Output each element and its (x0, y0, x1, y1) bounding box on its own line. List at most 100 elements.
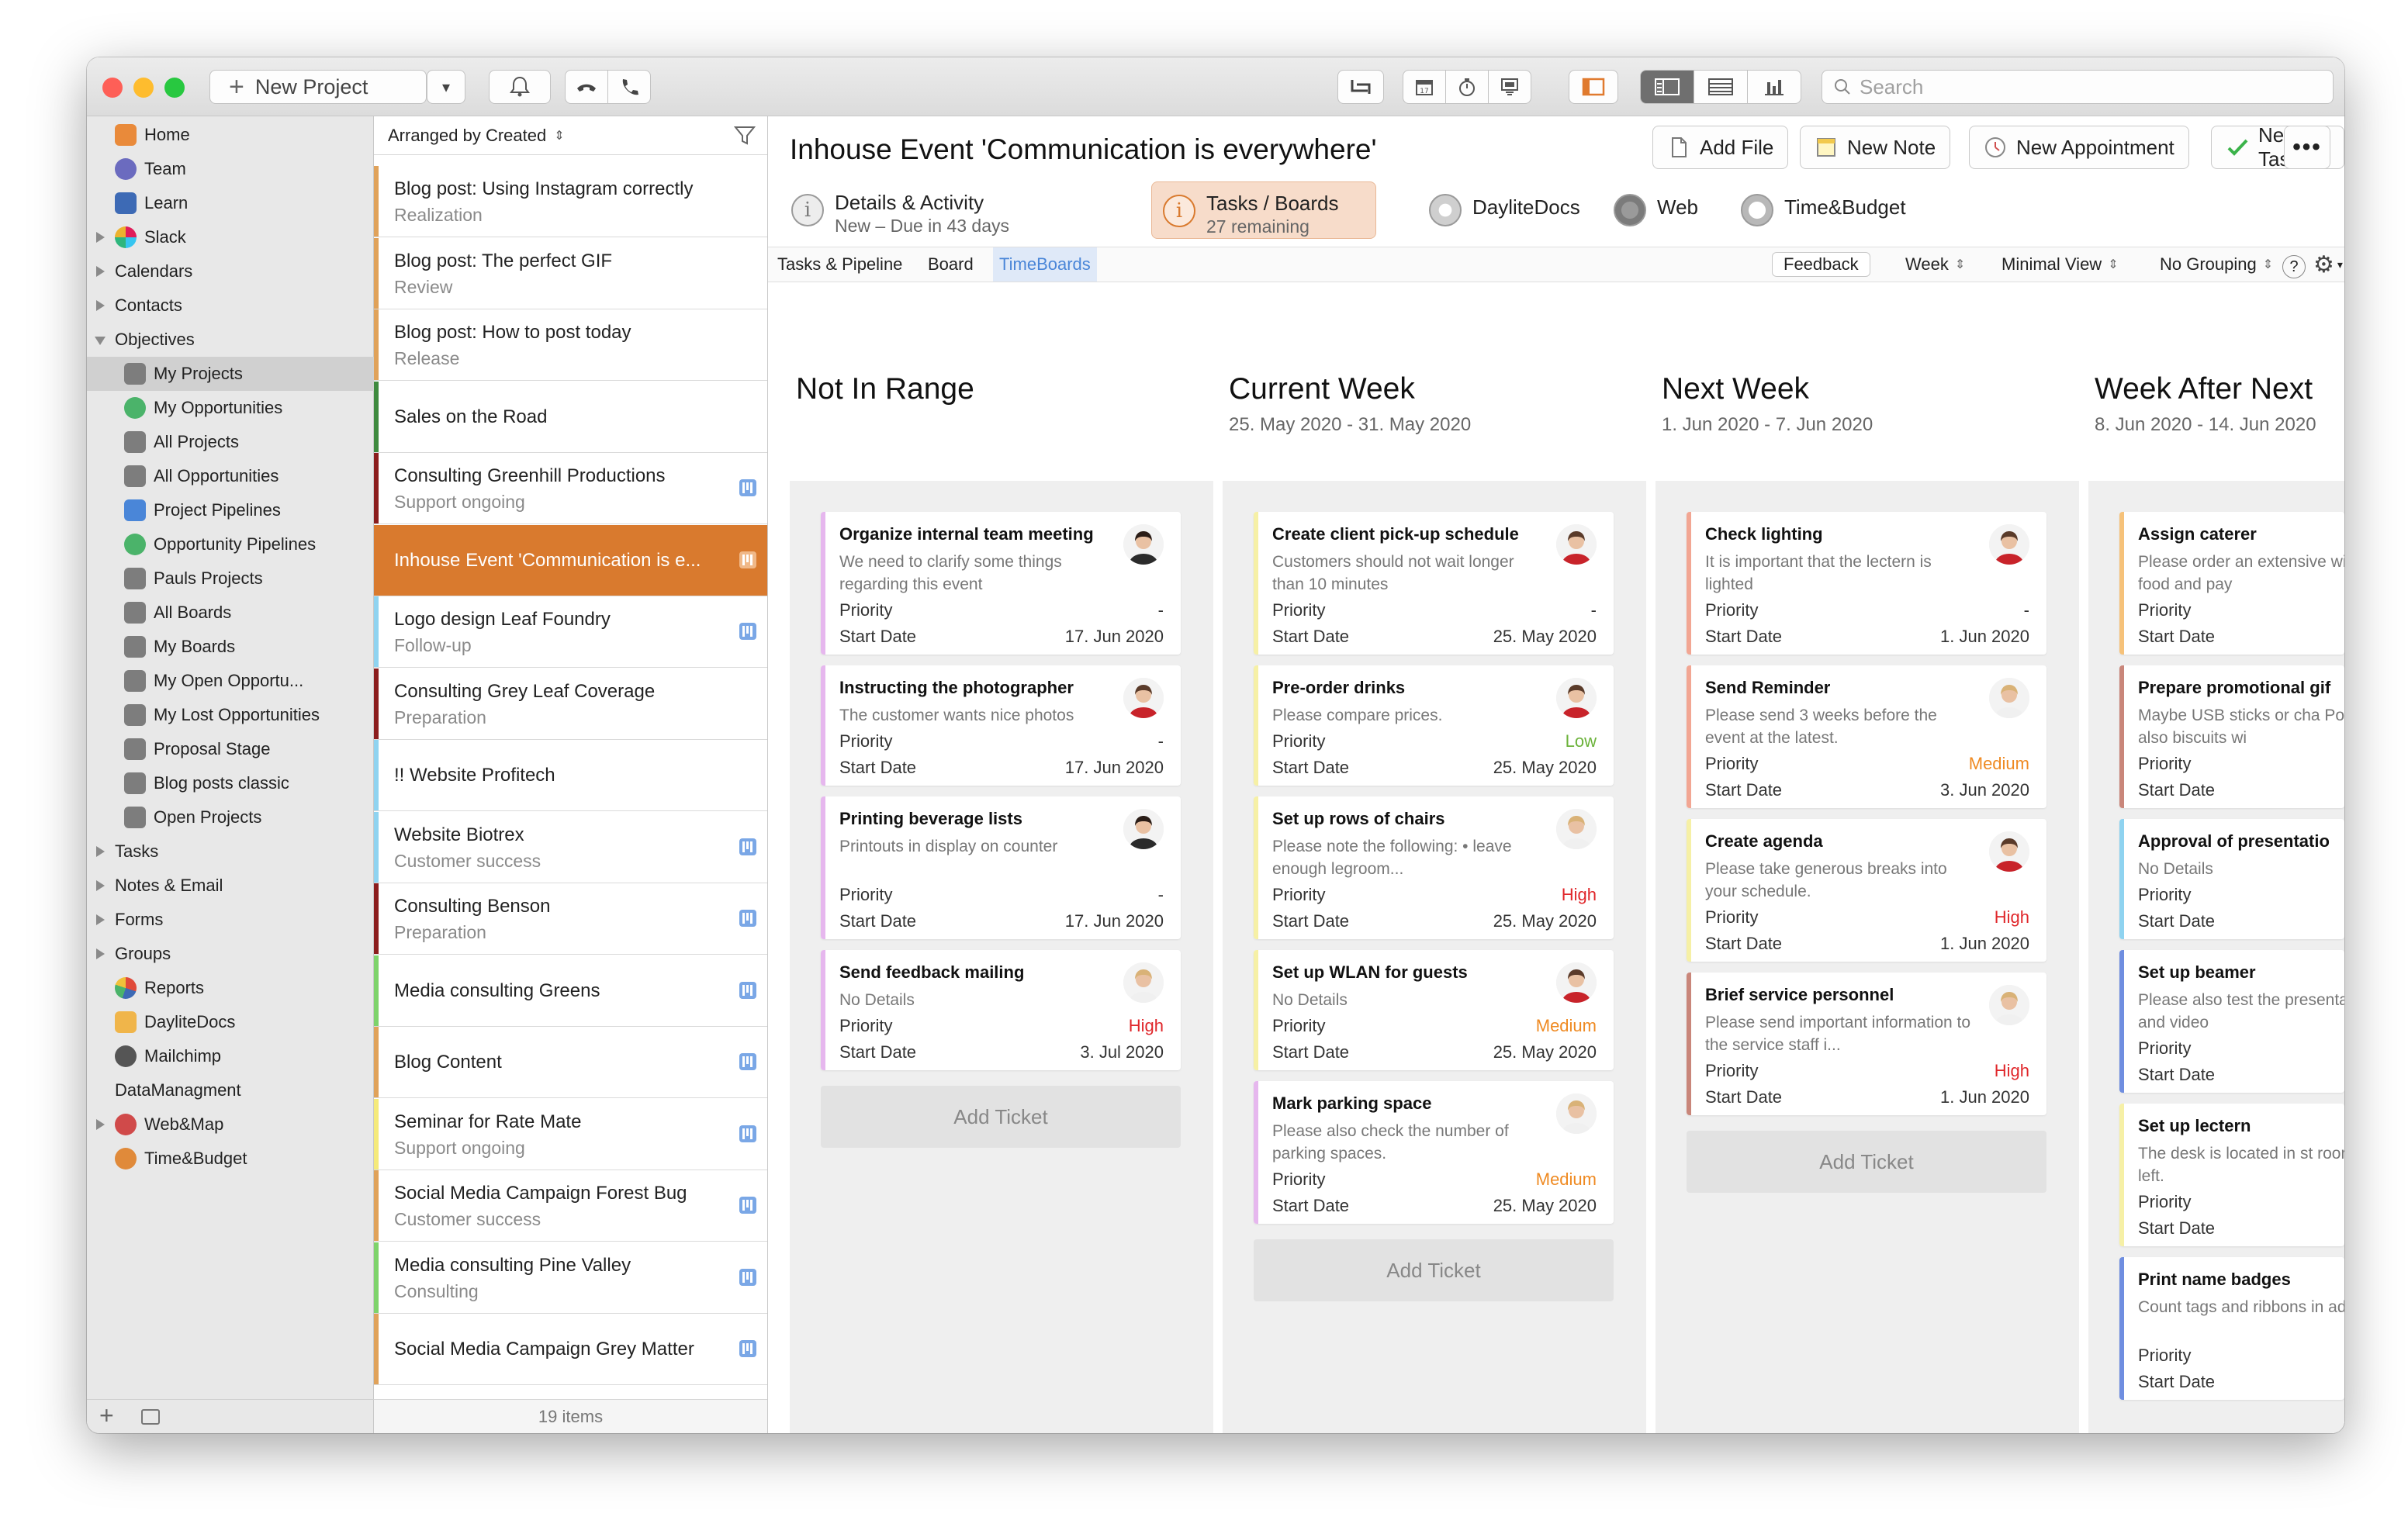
list-item[interactable]: Social Media Campaign Grey Matter (374, 1314, 767, 1385)
sidebar-item-project-pipelines[interactable]: Project Pipelines (87, 493, 374, 527)
sidebar-item-web-map[interactable]: Web&Map (87, 1107, 374, 1142)
sidebar-item-opportunity-pipelines[interactable]: Opportunity Pipelines (87, 527, 374, 561)
task-card[interactable]: Send feedback mailing No Details Priority H… (821, 950, 1181, 1070)
sidebar-item-my-opportunities[interactable]: My Opportunities (87, 391, 374, 425)
sidebar-item-all-projects[interactable]: All Projects (87, 425, 374, 459)
list-item[interactable]: !! Website Profitech (374, 740, 767, 811)
add-file-button[interactable]: Add File (1652, 126, 1789, 169)
tab-details-activity[interactable]: i Details & Activity New – Due in 43 days (780, 181, 1044, 239)
sidebar-item-proposal-stage[interactable]: Proposal Stage (87, 732, 374, 766)
task-card[interactable]: Set up beamer Please also test the presen… (2119, 950, 2344, 1093)
sidebar-item-my-lost-opportunities[interactable]: My Lost Opportunities (87, 698, 374, 732)
daylite-link-button[interactable] (1337, 70, 1384, 104)
list-sort-header[interactable]: Arranged by Created ⇕ (374, 116, 767, 155)
sidebar-item-reports[interactable]: Reports (87, 971, 374, 1005)
disclosure-open-icon[interactable] (95, 337, 106, 345)
sidebar-item-my-boards[interactable]: My Boards (87, 630, 374, 664)
sidebar-item-my-projects[interactable]: My Projects (87, 357, 374, 391)
disclosure-closed-icon[interactable] (96, 300, 105, 311)
sidebar-item-team[interactable]: Team (87, 152, 374, 186)
task-card[interactable]: Prepare promotional gif Maybe USB sticks … (2119, 665, 2344, 808)
tab-daylitedocs[interactable]: DayliteDocs (1418, 181, 1598, 239)
add-ticket-button[interactable]: Add Ticket (1687, 1131, 2046, 1193)
disclosure-closed-icon[interactable] (96, 880, 105, 891)
disclosure-closed-icon[interactable] (96, 914, 105, 925)
timer-button[interactable] (1445, 70, 1489, 104)
list-item[interactable]: Social Media Campaign Forest Bug Customer… (374, 1170, 767, 1242)
add-ticket-button[interactable]: Add Ticket (821, 1086, 1181, 1148)
new-menu-dropdown[interactable]: ▾ (427, 70, 465, 104)
task-card[interactable]: Set up WLAN for guests No Details Priority… (1254, 950, 1614, 1070)
tab-time-budget[interactable]: Time&Budget (1730, 181, 1916, 239)
sidebar-item-slack[interactable]: Slack (87, 220, 374, 254)
disclosure-closed-icon[interactable] (96, 232, 105, 243)
sidebar-item-time-budget[interactable]: Time&Budget (87, 1142, 374, 1176)
list-item[interactable]: Inhouse Event 'Communication is e... (374, 524, 767, 596)
tab-tasks-boards[interactable]: i Tasks / Boards 27 remaining (1151, 181, 1376, 239)
view-split-button[interactable] (1640, 70, 1694, 104)
sidebar-item-objectives[interactable]: Objectives (87, 323, 374, 357)
task-card[interactable]: Print name badges Count tags and ribbons … (2119, 1257, 2344, 1400)
task-card[interactable]: Create agenda Please take generous breaks… (1687, 819, 2046, 962)
task-card[interactable]: Pre-order drinks Please compare prices. Pr… (1254, 665, 1614, 786)
minimize-window-button[interactable] (133, 78, 154, 98)
more-actions-button[interactable]: ••• (2284, 126, 2330, 169)
add-ticket-button[interactable]: Add Ticket (1254, 1239, 1614, 1301)
disclosure-closed-icon[interactable] (96, 1119, 105, 1130)
filter-icon[interactable] (733, 124, 756, 147)
view-mode-select[interactable]: Minimal View ⇕ (2001, 247, 2119, 282)
list-item[interactable]: Consulting Benson Preparation (374, 883, 767, 955)
sidebar-item-pauls-projects[interactable]: Pauls Projects (87, 561, 374, 596)
task-card[interactable]: Organize internal team meeting We need to… (821, 512, 1181, 655)
task-card[interactable]: Mark parking space Please also check the … (1254, 1081, 1614, 1224)
list-item[interactable]: Blog post: How to post today Release (374, 309, 767, 381)
subtab-timeboards[interactable]: TimeBoards (993, 247, 1097, 282)
list-item[interactable]: Media consulting Pine Valley Consulting (374, 1242, 767, 1314)
view-list-button[interactable] (1694, 70, 1748, 104)
task-card[interactable]: Printing beverage lists Printouts in disp… (821, 796, 1181, 939)
new-appointment-button[interactable]: New Appointment (1969, 126, 2189, 169)
close-window-button[interactable] (102, 78, 123, 98)
list-item[interactable]: Sales on the Road (374, 381, 767, 453)
sidebar-item-forms[interactable]: Forms (87, 903, 374, 937)
task-card[interactable]: Instructing the photographer The customer… (821, 665, 1181, 786)
sidebar-item-daylitedocs[interactable]: DayliteDocs (87, 1005, 374, 1039)
task-card[interactable]: Assign caterer Please order an extensive … (2119, 512, 2344, 655)
task-card[interactable]: Check lighting It is important that the l… (1687, 512, 2046, 655)
range-select[interactable]: Week ⇕ (1905, 247, 1965, 282)
list-item[interactable]: Blog post: Using Instagram correctly Real… (374, 166, 767, 237)
sidebar-item-calendars[interactable]: Calendars (87, 254, 374, 288)
new-note-button[interactable]: New Note (1800, 126, 1951, 169)
sidebar-item-all-boards[interactable]: All Boards (87, 596, 374, 630)
sidebar-item-groups[interactable]: Groups (87, 937, 374, 971)
settings-menu[interactable]: ⚙ ▾ (2313, 247, 2343, 282)
notifications-button[interactable] (489, 70, 551, 104)
call-button[interactable] (607, 70, 651, 104)
feedback-button[interactable]: Feedback (1772, 247, 1870, 282)
list-item[interactable]: Blog post: The perfect GIF Review (374, 237, 767, 309)
cards-button[interactable] (1488, 70, 1531, 104)
task-card[interactable]: Set up lectern The desk is located in st … (2119, 1104, 2344, 1246)
task-card[interactable]: Brief service personnel Please send impor… (1687, 973, 2046, 1115)
sidebar-item-datamanagment[interactable]: DataManagment (87, 1073, 374, 1107)
hangup-button[interactable] (565, 70, 608, 104)
disclosure-closed-icon[interactable] (96, 948, 105, 959)
task-card[interactable]: Set up rows of chairs Please note the fol… (1254, 796, 1614, 939)
tab-web[interactable]: Web (1603, 181, 1711, 239)
list-item[interactable]: Media consulting Greens (374, 955, 767, 1027)
help-button[interactable]: ? (2282, 247, 2306, 281)
list-item[interactable]: Logo design Leaf Foundry Follow-up (374, 596, 767, 668)
sidebar-item-home[interactable]: Home (87, 118, 374, 152)
calendar-button[interactable]: 17 (1403, 70, 1446, 104)
sidebar-item-mailchimp[interactable]: Mailchimp (87, 1039, 374, 1073)
sidebar-item-my-open-opportu[interactable]: My Open Opportu... (87, 664, 374, 698)
list-item[interactable]: Website Biotrex Customer success (374, 811, 767, 883)
toggle-panel-button[interactable] (1569, 70, 1618, 104)
sidebar-item-contacts[interactable]: Contacts (87, 288, 374, 323)
view-chart-button[interactable] (1747, 70, 1801, 104)
disclosure-closed-icon[interactable] (96, 266, 105, 277)
calendar-mini-icon[interactable] (141, 1409, 160, 1425)
task-card[interactable]: Create client pick-up schedule Customers … (1254, 512, 1614, 655)
disclosure-closed-icon[interactable] (96, 846, 105, 857)
sidebar-item-all-opportunities[interactable]: All Opportunities (87, 459, 374, 493)
